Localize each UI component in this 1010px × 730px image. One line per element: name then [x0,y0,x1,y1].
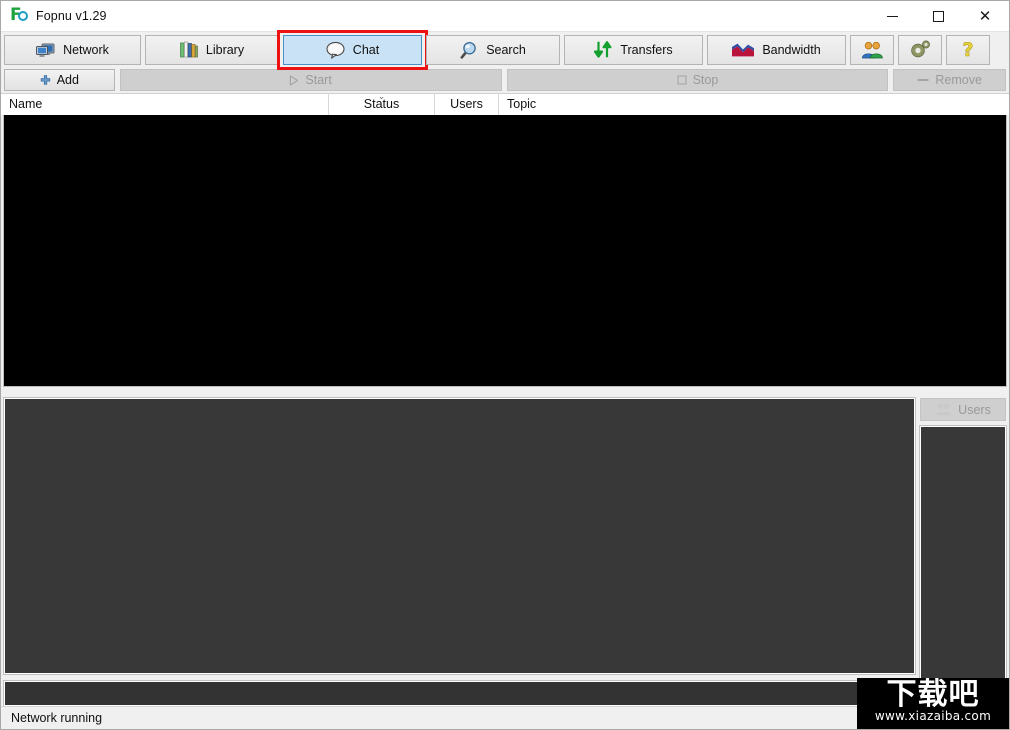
chat-message-log[interactable] [3,397,916,675]
speech-bubble-icon [326,41,345,59]
column-header-users[interactable]: Users [435,93,499,115]
stop-button-label: Stop [692,73,719,87]
tab-library[interactable]: Library [145,34,279,65]
remove-button-label: Remove [935,73,982,87]
tab-bandwidth-label: Bandwidth [762,42,821,57]
remove-button[interactable]: Remove [893,69,1007,91]
chat-right-column: Users [919,398,1007,707]
magnifier-icon [460,41,478,59]
status-bar: Network running [1,706,1009,729]
plus-icon [40,74,51,86]
column-header-topic-label: Topic [507,97,537,111]
svg-text:?: ? [962,40,973,59]
people-icon [860,41,884,59]
status-bar-text: Network running [11,711,103,725]
channel-table-header: Name ⌄ Status Users Topic [1,91,1009,115]
network-computers-icon [36,42,55,58]
add-button[interactable]: Add [4,69,115,91]
tab-library-label: Library [205,42,245,57]
users-panel-button[interactable]: Users [920,398,1006,421]
chat-message-input[interactable] [3,680,916,707]
column-header-topic[interactable]: Topic [499,93,1004,115]
chat-user-list[interactable] [919,425,1007,707]
window-controls: ✕ [869,1,1009,32]
add-button-label: Add [56,73,79,87]
up-down-arrows-icon [594,41,612,58]
minimize-icon[interactable] [869,1,915,32]
wave-chart-icon [732,43,755,57]
people-icon [935,403,952,416]
chevron-down-icon: ⌄ [377,91,386,101]
tab-chat-label: Chat [352,42,380,57]
help-button[interactable]: ? [946,34,990,65]
settings-button[interactable] [898,34,942,65]
start-button-label: Start [305,73,332,87]
tab-search[interactable]: Search [426,34,560,65]
column-header-status[interactable]: ⌄ Status [329,91,435,115]
column-header-name-label: Name [9,97,43,111]
tab-chat[interactable]: Chat [283,34,422,65]
fopnu-window: F Fopnu v1.29 ✕ Network Library Chat Sea… [0,0,1010,730]
tab-network-label: Network [63,42,109,57]
action-bar: Add Start Stop Remove [1,67,1009,93]
column-header-users-label: Users [450,97,483,111]
books-icon [180,41,198,58]
channel-list[interactable] [3,115,1007,387]
tab-transfers-label: Transfers [620,42,673,57]
tab-search-label: Search [486,42,526,57]
start-button[interactable]: Start [119,69,502,91]
stop-button[interactable]: Stop [506,69,889,91]
title-bar: F Fopnu v1.29 ✕ [1,1,1009,32]
users-toolbar-button[interactable] [850,34,894,65]
users-panel-button-label: Users [958,402,991,417]
window-title: Fopnu v1.29 [36,9,107,23]
tab-bandwidth[interactable]: Bandwidth [707,34,846,65]
fopnu-logo-icon: F [9,6,29,26]
chat-left-column [3,397,916,707]
chat-tab-wrapper: Chat [277,29,428,70]
tab-transfers[interactable]: Transfers [564,34,703,65]
question-icon: ? [960,39,976,62]
square-icon [677,75,687,85]
maximize-icon[interactable] [915,1,961,32]
column-header-name[interactable]: Name [1,93,329,115]
horizontal-splitter[interactable] [1,387,1009,398]
tab-network[interactable]: Network [4,34,141,65]
chat-region: Users [1,397,1009,707]
main-toolbar: Network Library Chat Search Transfers Ba… [1,29,1009,70]
close-icon[interactable]: ✕ [961,1,1009,32]
minus-icon [917,78,929,82]
play-icon [289,74,299,86]
gear-icon [909,40,931,59]
